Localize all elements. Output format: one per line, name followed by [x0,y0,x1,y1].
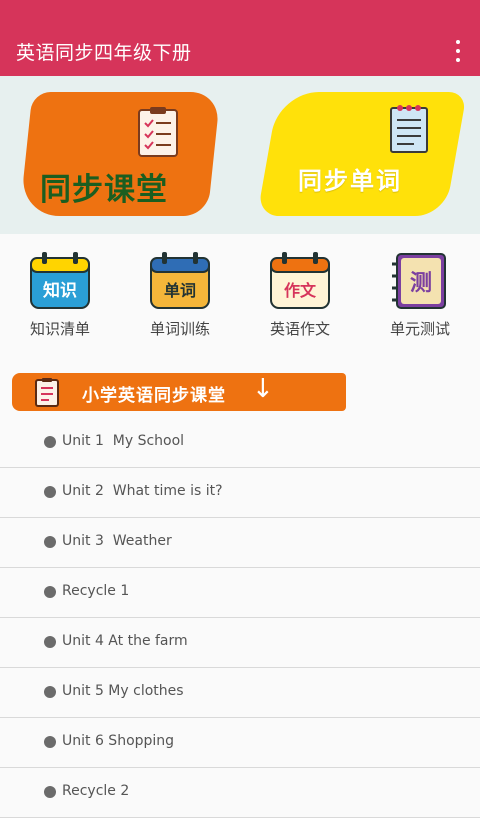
list-item[interactable]: Unit 5 My clothes [0,668,480,718]
sync-words-card[interactable]: 同步单词 [257,92,467,216]
list-item[interactable]: Unit 1 My School [0,418,480,468]
banner: 同步课堂 同步单词 [0,76,480,234]
checklist-icon [34,377,60,411]
calendar-icon: 作文 [268,250,332,312]
list-item[interactable]: Recycle 2 [0,768,480,818]
bullet-icon [44,686,56,698]
bullet-icon [44,586,56,598]
bullet-icon [44,536,56,548]
quick-link-test[interactable]: 测 单元测试 [365,250,475,339]
app-title: 英语同步四年级下册 [16,42,192,64]
quick-link-essay[interactable]: 作文 英语作文 [245,250,355,339]
quick-link-icon-text: 测 [410,271,432,296]
quick-link-label: 知识清单 [29,320,90,338]
more-vert-icon[interactable] [450,40,466,62]
bullet-icon [44,786,56,798]
checklist-icon [136,106,182,162]
bullet-icon [44,736,56,748]
calendar-icon: 单词 [148,250,212,312]
quick-link-knowledge[interactable]: 知识 知识清单 [5,250,115,339]
notepad-icon [388,102,430,158]
sync-words-label: 同步单词 [298,167,402,195]
sync-words-card-bg [257,92,467,216]
list-item-label: Unit 1 My School [62,433,185,449]
list-item[interactable]: Unit 4 At the farm [0,618,480,668]
list-item-label: Recycle 2 [62,783,130,799]
quick-link-words[interactable]: 单词 单词训练 [125,250,235,339]
list-item[interactable]: Recycle 1 [0,568,480,618]
sync-class-card[interactable]: 同步课堂 [19,92,221,216]
list-item[interactable]: Unit 6 Shopping [0,718,480,768]
quick-link-icon-text: 作文 [284,281,317,300]
unit-list: Unit 1 My School Unit 2 What time is it?… [0,418,480,818]
quick-link-icon-text: 单词 [164,281,196,300]
quick-link-label: 单元测试 [389,320,450,338]
notebook-icon: 测 [388,250,452,312]
section-header: 小学英语同步课堂 ↓ [12,373,346,411]
list-item-label: Unit 5 My clothes [62,683,184,699]
quick-link-icon-text: 知识 [42,280,77,301]
section-title: 小学英语同步课堂 [82,386,226,406]
list-item-label: Unit 6 Shopping [62,733,175,749]
list-item-label: Recycle 1 [62,583,130,599]
sync-class-label: 同步课堂 [40,172,168,208]
list-item-label: Unit 3 Weather [62,533,172,549]
list-item-label: Unit 2 What time is it? [62,483,223,499]
arrow-down-icon: ↓ [252,374,274,404]
bullet-icon [44,486,56,498]
list-item[interactable]: Unit 3 Weather [0,518,480,568]
calendar-icon: 知识 [28,250,92,312]
quick-link-label: 单词训练 [149,320,210,338]
list-item-label: Unit 4 At the farm [62,633,188,649]
quick-link-label: 英语作文 [269,320,330,338]
quick-links: 知识 知识清单 单词 单词训练 作文 英语作文 测 单元测试 [0,234,480,344]
bullet-icon [44,636,56,648]
list-item[interactable]: Unit 2 What time is it? [0,468,480,518]
bullet-icon [44,436,56,448]
